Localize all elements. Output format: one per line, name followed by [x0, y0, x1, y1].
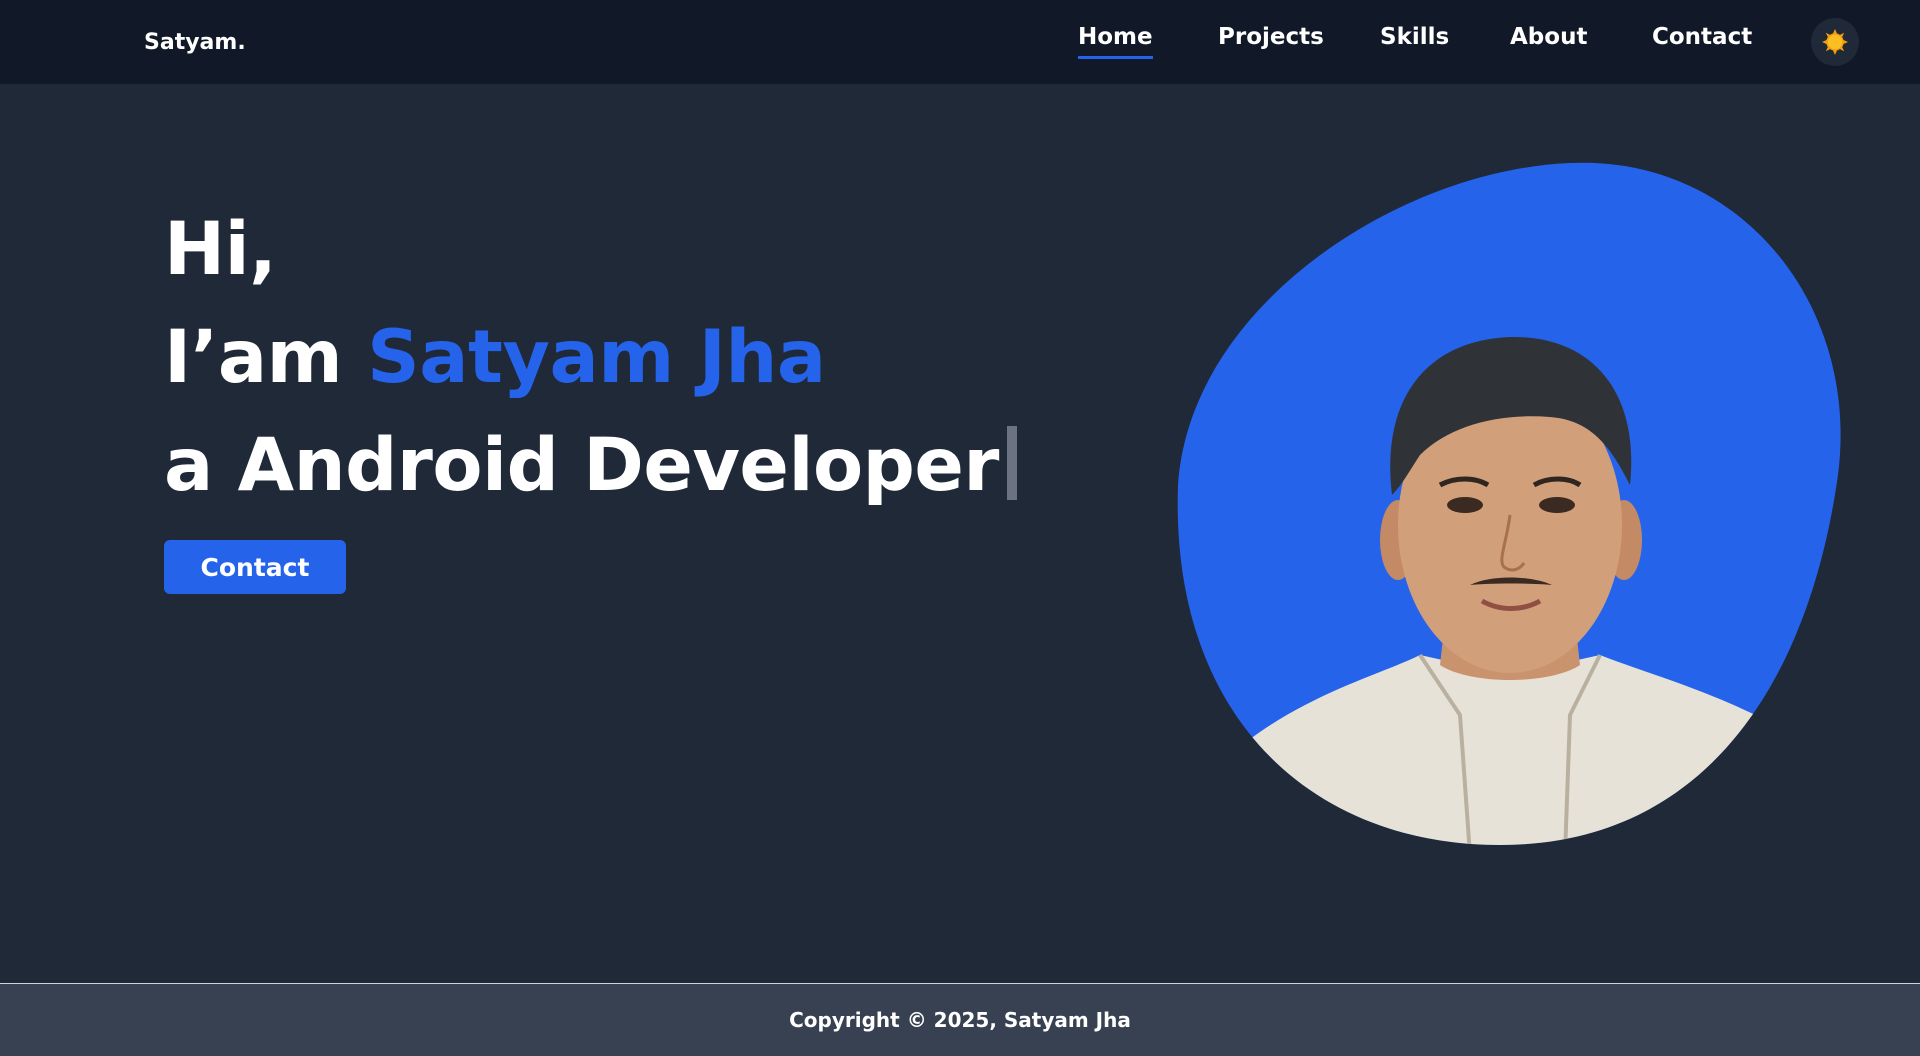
nav-link-projects[interactable]: Projects — [1218, 24, 1324, 56]
profile-photo-blob — [1177, 162, 1841, 846]
hero-name: Satyam Jha — [367, 315, 826, 400]
nav-links: Home Projects Skills About Contact — [0, 24, 1920, 64]
profile-photo — [1177, 162, 1841, 846]
hero-role-line: a Android Developer — [164, 412, 1017, 520]
nav-link-about[interactable]: About — [1510, 24, 1587, 56]
typing-cursor — [1006, 426, 1017, 500]
footer: Copyright © 2025, Satyam Jha — [0, 983, 1920, 1056]
hero-intro: I’am Satyam Jha — [164, 304, 1017, 412]
navbar: Satyam. Home Projects Skills About Conta… — [0, 0, 1920, 84]
nav-link-home[interactable]: Home — [1078, 24, 1153, 59]
hero-intro-prefix: I’am — [164, 315, 368, 400]
hero-greeting: Hi, — [164, 207, 277, 292]
sun-icon — [1822, 29, 1848, 55]
nav-link-skills[interactable]: Skills — [1380, 24, 1449, 56]
copyright-text: Copyright © 2025, Satyam Jha — [789, 1008, 1131, 1032]
hero-role-text: a Android Developer — [164, 423, 999, 508]
nav-link-contact[interactable]: Contact — [1652, 24, 1752, 56]
hero-text: Hi, I’am Satyam Jha a Android Developer — [164, 196, 1017, 520]
contact-button[interactable]: Contact — [164, 540, 346, 594]
theme-toggle-button[interactable] — [1811, 18, 1859, 66]
